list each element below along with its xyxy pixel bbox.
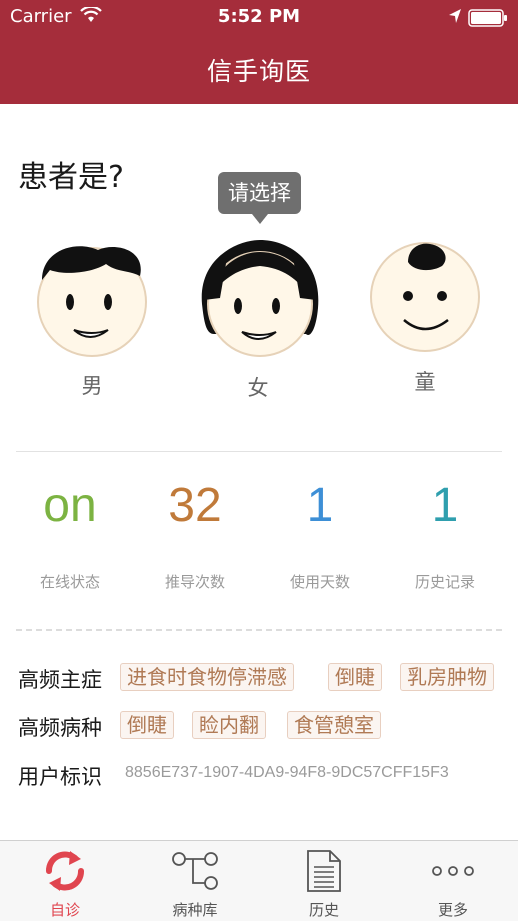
child-label: 童 — [414, 370, 436, 394]
patient-question: 患者是? — [18, 160, 124, 195]
symptom-tag[interactable]: 倒睫 — [328, 663, 382, 691]
female-label: 女 — [247, 376, 269, 400]
disease-tag[interactable]: 睑内翻 — [192, 711, 266, 739]
tab-label: 历史 — [308, 901, 339, 919]
divider — [16, 451, 502, 452]
battery-icon — [468, 9, 508, 31]
select-tooltip: 请选择 — [218, 172, 301, 224]
tab-bar: 自诊 病种库 历史 更多 — [0, 840, 518, 921]
tab-self-diagnosis[interactable]: 自诊 — [0, 841, 130, 921]
clock-label: 5:52 PM — [217, 6, 301, 27]
history-count-value: 1 — [431, 479, 459, 532]
online-status-value: on — [43, 479, 97, 532]
nav-header: Carrier 5:52 PM 信手询医 — [0, 0, 518, 104]
status-bar: Carrier 5:52 PM — [0, 0, 518, 34]
male-option-button[interactable] — [36, 240, 152, 362]
refresh-icon — [0, 849, 130, 897]
online-status-label: 在线状态 — [39, 573, 100, 591]
more-icon — [388, 849, 518, 897]
male-label: 男 — [81, 374, 103, 398]
page-title: 信手询医 — [206, 57, 311, 86]
tab-disease-library[interactable]: 病种库 — [130, 841, 260, 921]
user-id-value: 8856E737-1907-4DA9-94F8-9DC57CFF15F3 — [125, 764, 449, 781]
tab-history[interactable]: 历史 — [259, 841, 389, 921]
female-option-button[interactable] — [198, 238, 322, 366]
frequent-symptoms-label: 高频主症 — [18, 668, 102, 692]
user-id-label: 用户标识 — [18, 765, 102, 789]
inference-count-label: 推导次数 — [164, 573, 225, 591]
tab-label: 自诊 — [49, 901, 80, 919]
disease-tag[interactable]: 食管憩室 — [287, 711, 381, 739]
tab-label: 病种库 — [172, 901, 218, 919]
tab-more[interactable]: 更多 — [388, 841, 518, 921]
symptom-tag[interactable]: 进食时食物停滞感 — [120, 663, 294, 691]
history-count-label: 历史记录 — [414, 573, 475, 591]
document-icon — [259, 849, 389, 897]
symptom-tag[interactable]: 乳房肿物 — [400, 663, 494, 691]
location-arrow-icon — [448, 8, 462, 28]
frequent-diseases-label: 高频病种 — [18, 716, 102, 740]
usage-days-label: 使用天数 — [289, 573, 350, 591]
dashed-divider — [16, 629, 502, 631]
disease-tag[interactable]: 倒睫 — [120, 711, 174, 739]
inference-count-value: 32 — [168, 479, 222, 532]
usage-days-value: 1 — [306, 479, 334, 532]
tab-label: 更多 — [437, 901, 468, 919]
tree-icon — [130, 849, 260, 897]
child-option-button[interactable] — [368, 240, 482, 358]
